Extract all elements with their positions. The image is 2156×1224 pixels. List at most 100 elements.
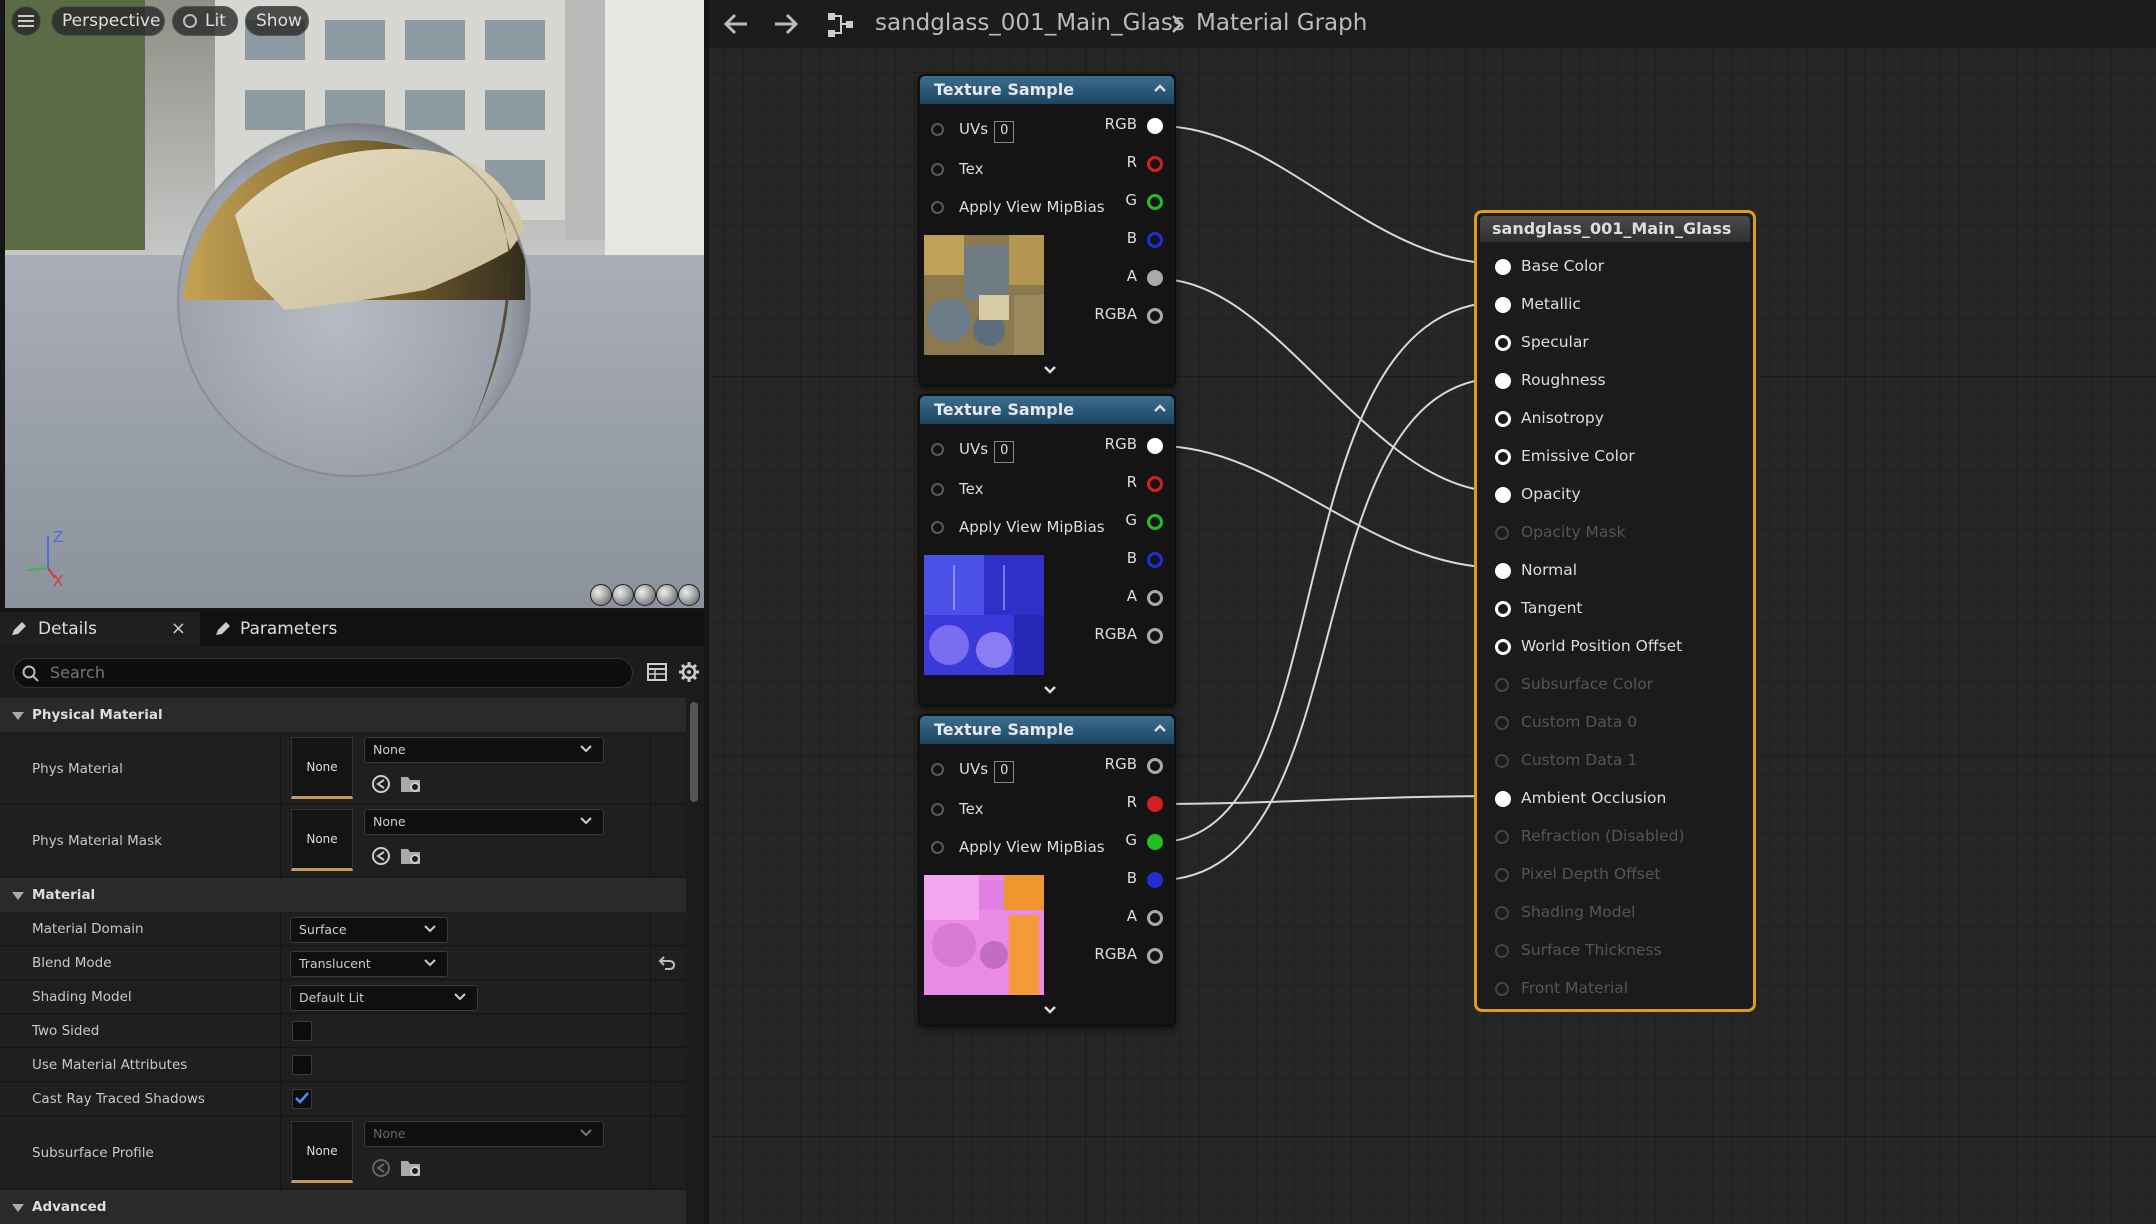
input-pin-dot[interactable] <box>931 483 944 496</box>
texture-sample-header[interactable]: Texture Sample <box>920 76 1174 104</box>
output-g-pin[interactable] <box>1147 514 1163 530</box>
output-b-pin[interactable] <box>1147 232 1163 248</box>
output-a-pin[interactable] <box>1147 270 1163 286</box>
phys-material-mask-combo[interactable]: None <box>364 809 604 835</box>
browse-folder-icon[interactable] <box>400 1157 424 1179</box>
search-input[interactable]: Search <box>13 658 633 688</box>
shading-model-combo[interactable]: Default Lit <box>290 985 478 1011</box>
section-advanced[interactable]: Advanced <box>0 1190 686 1224</box>
preview-viewport[interactable]: Perspective Lit Show Z X <box>5 0 704 608</box>
pin-dot[interactable] <box>1495 487 1511 503</box>
blend-mode-combo[interactable]: Translucent <box>290 951 448 977</box>
output-a-pin[interactable] <box>1147 590 1163 606</box>
expand-chevron-icon[interactable] <box>1043 365 1057 375</box>
use-selected-asset-icon[interactable] <box>370 845 392 867</box>
mip-bias-input-pin[interactable]: Apply View MipBias <box>931 837 1105 857</box>
pin-dot[interactable] <box>1495 639 1511 655</box>
expand-chevron-icon[interactable] <box>1043 685 1057 695</box>
reset-to-default-icon[interactable] <box>658 955 676 971</box>
mip-bias-input-pin[interactable]: Apply View MipBias <box>931 517 1105 537</box>
tab-details[interactable]: Details × <box>0 612 200 646</box>
details-scrollbar[interactable] <box>690 702 698 802</box>
phys-material-combo[interactable]: None <box>364 737 604 763</box>
tex-input-pin[interactable]: Tex <box>931 159 983 179</box>
uvs-value[interactable]: 0 <box>994 761 1015 783</box>
input-pin-dot[interactable] <box>931 163 944 176</box>
tex-input-pin[interactable]: Tex <box>931 799 983 819</box>
uvs-input-pin[interactable]: UVs 0 <box>931 119 1015 143</box>
output-r-pin[interactable] <box>1147 796 1163 812</box>
pin-tangent[interactable]: Tangent <box>1493 597 1583 619</box>
collapse-chevron-icon[interactable] <box>1153 723 1167 733</box>
pin-roughness[interactable]: Roughness <box>1493 369 1606 391</box>
custom-mesh-preview-icon[interactable] <box>678 584 700 606</box>
uvs-input-pin[interactable]: UVs 0 <box>931 439 1015 463</box>
section-material[interactable]: Material <box>0 878 686 912</box>
asset-thumbnail[interactable]: None <box>291 809 353 871</box>
pin-emissive-color[interactable]: Emissive Color <box>1493 445 1635 467</box>
cast-ray-traced-shadows-checkbox[interactable] <box>292 1089 312 1109</box>
tex-input-pin[interactable]: Tex <box>931 479 983 499</box>
asset-thumbnail[interactable]: None <box>291 737 353 799</box>
output-rgba-pin[interactable] <box>1147 628 1163 644</box>
output-a-pin[interactable] <box>1147 910 1163 926</box>
pin-dot[interactable] <box>1495 791 1511 807</box>
two-sided-checkbox[interactable] <box>292 1021 312 1041</box>
texture-sample-node-2[interactable]: Texture Sample UVs 0 Tex Apply View MipBi… <box>918 394 1176 706</box>
pin-base-color[interactable]: Base Color <box>1493 255 1604 277</box>
texture-sample-node-3[interactable]: Texture Sample UVs 0 Tex Apply View MipBi… <box>918 714 1176 1026</box>
asset-thumbnail[interactable]: None <box>291 1121 353 1183</box>
output-b-pin[interactable] <box>1147 872 1163 888</box>
gear-icon[interactable] <box>678 661 700 683</box>
texture-sample-header[interactable]: Texture Sample <box>920 716 1174 744</box>
uvs-value[interactable]: 0 <box>994 441 1015 463</box>
close-tab-icon[interactable]: × <box>171 612 186 646</box>
pin-dot[interactable] <box>1495 335 1511 351</box>
use-selected-asset-icon[interactable] <box>370 773 392 795</box>
material-graph-canvas[interactable]: sandglass_001_Main_Glass Material Graph … <box>709 0 2156 1224</box>
input-pin-dot[interactable] <box>931 521 944 534</box>
pin-dot[interactable] <box>1495 449 1511 465</box>
section-physical-material[interactable]: Physical Material <box>0 698 686 732</box>
output-b-pin[interactable] <box>1147 552 1163 568</box>
browse-folder-icon[interactable] <box>400 845 424 867</box>
pin-anisotropy[interactable]: Anisotropy <box>1493 407 1604 429</box>
output-rgb-pin[interactable] <box>1147 438 1163 454</box>
input-pin-dot[interactable] <box>931 803 944 816</box>
pin-specular[interactable]: Specular <box>1493 331 1589 353</box>
use-material-attributes-checkbox[interactable] <box>292 1055 312 1075</box>
pin-dot[interactable] <box>1495 259 1511 275</box>
preview-shape-buttons[interactable] <box>590 584 702 606</box>
pin-dot[interactable] <box>1495 563 1511 579</box>
viewport-menu-button[interactable] <box>11 6 41 36</box>
output-g-pin[interactable] <box>1147 194 1163 210</box>
pin-metallic[interactable]: Metallic <box>1493 293 1581 315</box>
browse-folder-icon[interactable] <box>400 773 424 795</box>
input-pin-dot[interactable] <box>931 123 944 136</box>
uvs-value[interactable]: 0 <box>994 121 1015 143</box>
subsurface-profile-combo[interactable]: None <box>364 1121 604 1147</box>
expand-chevron-icon[interactable] <box>1043 1005 1057 1015</box>
material-output-header[interactable]: sandglass_001_Main_Glass <box>1480 216 1750 242</box>
output-r-pin[interactable] <box>1147 156 1163 172</box>
cube-preview-icon[interactable] <box>656 584 678 606</box>
collapse-chevron-icon[interactable] <box>1153 403 1167 413</box>
pin-ambient-occlusion[interactable]: Ambient Occlusion <box>1493 787 1666 809</box>
tab-parameters[interactable]: Parameters <box>206 612 406 646</box>
perspective-button[interactable]: Perspective <box>51 6 165 36</box>
pin-dot[interactable] <box>1495 601 1511 617</box>
texture-sample-header[interactable]: Texture Sample <box>920 396 1174 424</box>
output-g-pin[interactable] <box>1147 834 1163 850</box>
input-pin-dot[interactable] <box>931 841 944 854</box>
table-view-icon[interactable] <box>647 662 667 682</box>
texture-sample-node-1[interactable]: Texture Sample UVs 0 Tex Apply View MipBi… <box>918 74 1176 386</box>
use-selected-asset-icon[interactable] <box>370 1157 392 1179</box>
output-r-pin[interactable] <box>1147 476 1163 492</box>
uvs-input-pin[interactable]: UVs 0 <box>931 759 1015 783</box>
output-rgb-pin[interactable] <box>1147 758 1163 774</box>
show-button[interactable]: Show <box>245 6 309 36</box>
sphere-preview-icon[interactable] <box>612 584 634 606</box>
pin-dot[interactable] <box>1495 411 1511 427</box>
cylinder-preview-icon[interactable] <box>590 584 612 606</box>
pin-dot[interactable] <box>1495 373 1511 389</box>
